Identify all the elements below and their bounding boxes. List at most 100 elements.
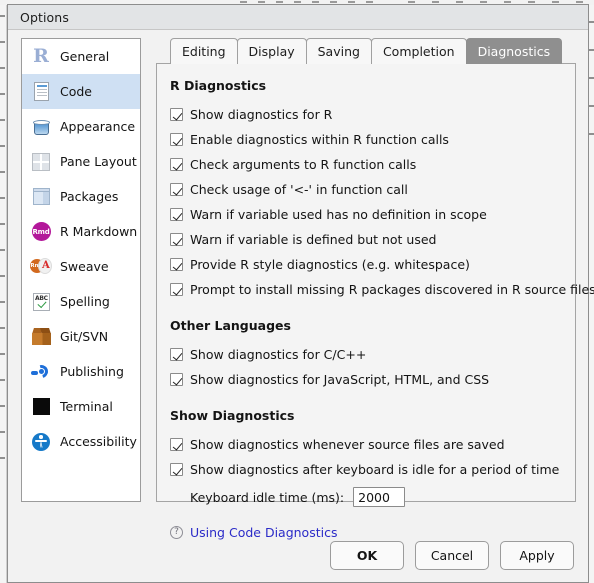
dialog-body: R General Code Appearance Pane Layout Pa… <box>8 30 594 582</box>
checkbox-indicator[interactable] <box>170 283 183 296</box>
pane-layout-icon <box>30 151 52 173</box>
question-mark-icon: ? <box>170 525 183 539</box>
tab-label: Display <box>248 44 295 59</box>
sidebar-item-label: Publishing <box>60 364 124 379</box>
sidebar-item-label: Appearance <box>60 119 136 134</box>
checkbox-diagnostics-on-save[interactable]: Show diagnostics whenever source files a… <box>170 432 562 457</box>
checkbox-style-diagnostics[interactable]: Provide R style diagnostics (e.g. whites… <box>170 252 562 277</box>
sidebar-item-publishing[interactable]: Publishing <box>22 354 140 389</box>
tab-display[interactable]: Display <box>236 38 307 64</box>
cancel-button[interactable]: Cancel <box>415 541 489 570</box>
sweave-pdf-icon: Rnw <box>30 256 52 278</box>
dialog-titlebar: Options <box>8 5 588 30</box>
section-title-r-diagnostics: R Diagnostics <box>170 78 267 93</box>
checkbox-diagnostics-c-cpp[interactable]: Show diagnostics for C/C++ <box>170 342 562 367</box>
checkbox-label: Check usage of '<-' in function call <box>190 182 408 197</box>
sidebar-item-git-svn[interactable]: Git/SVN <box>22 319 140 354</box>
diagnostics-panel: R Diagnostics Show diagnostics for R Ena… <box>156 63 594 540</box>
package-box-icon <box>30 186 52 208</box>
r-logo-icon: R <box>33 45 49 67</box>
paint-bucket-icon <box>30 116 52 138</box>
accessibility-icon <box>30 431 52 453</box>
underlying-window-left-edge <box>0 5 7 583</box>
tab-label: Saving <box>317 44 360 59</box>
checkbox-label: Warn if variable used has no definition … <box>190 207 487 222</box>
checkbox-diagnostics-js-html-css[interactable]: Show diagnostics for JavaScript, HTML, a… <box>170 367 562 392</box>
checkbox-indicator[interactable] <box>170 438 183 451</box>
sidebar-item-packages[interactable]: Packages <box>22 179 140 214</box>
tab-label: Completion <box>382 44 455 59</box>
checkbox-indicator[interactable] <box>170 183 183 196</box>
sidebar-item-label: Git/SVN <box>60 329 109 344</box>
checkbox-show-diagnostics-r[interactable]: Show diagnostics for R <box>170 102 562 127</box>
checkbox-label: Check arguments to R function calls <box>190 157 417 172</box>
sidebar-item-terminal[interactable]: Terminal <box>22 389 140 424</box>
checkbox-indicator[interactable] <box>170 133 183 146</box>
checkbox-warn-no-definition[interactable]: Warn if variable used has no definition … <box>170 202 562 227</box>
checkbox-check-usage-assign[interactable]: Check usage of '<-' in function call <box>170 177 562 202</box>
checkbox-indicator[interactable] <box>170 158 183 171</box>
carton-box-icon <box>30 326 52 348</box>
checkbox-indicator[interactable] <box>170 108 183 121</box>
checkbox-indicator[interactable] <box>170 208 183 221</box>
sidebar-item-label: General <box>60 49 110 64</box>
tab-bar[interactable]: Editing Display Saving Completion Diagno… <box>170 38 563 64</box>
tab-label: Diagnostics <box>477 44 551 59</box>
checkbox-indicator[interactable] <box>170 258 183 271</box>
tab-diagnostics[interactable]: Diagnostics <box>465 38 563 64</box>
sidebar-item-label: R Markdown <box>60 224 138 239</box>
options-category-list[interactable]: R General Code Appearance Pane Layout Pa… <box>21 38 141 502</box>
tab-saving[interactable]: Saving <box>305 38 372 64</box>
checkbox-indicator[interactable] <box>170 373 183 386</box>
sidebar-item-label: Pane Layout <box>60 154 137 169</box>
checkbox-enable-diagnostics-function-calls[interactable]: Enable diagnostics within R function cal… <box>170 127 562 152</box>
keyboard-idle-time-input[interactable] <box>353 487 406 507</box>
tab-label: Editing <box>182 44 226 59</box>
sidebar-item-label: Spelling <box>60 294 110 309</box>
sidebar-item-accessibility[interactable]: Accessibility <box>22 424 140 459</box>
checkbox-warn-defined-not-used[interactable]: Warn if variable is defined but not used <box>170 227 562 252</box>
sidebar-item-label: Packages <box>60 189 119 204</box>
checkbox-prompt-install-packages[interactable]: Prompt to install missing R packages dis… <box>170 277 594 302</box>
checkbox-label: Enable diagnostics within R function cal… <box>190 132 449 147</box>
terminal-icon <box>30 396 52 418</box>
ok-button[interactable]: OK <box>330 541 404 570</box>
publish-rings-icon <box>30 361 52 383</box>
rmd-circle-icon: Rmd <box>30 221 52 243</box>
sidebar-item-label: Terminal <box>60 399 113 414</box>
sidebar-item-label: Sweave <box>60 259 109 274</box>
dialog-button-bar: OK Cancel Apply <box>330 541 574 570</box>
code-document-icon <box>30 81 52 103</box>
sidebar-item-label: Accessibility <box>60 434 137 449</box>
checkbox-label: Prompt to install missing R packages dis… <box>190 282 594 297</box>
checkbox-label: Show diagnostics for R <box>190 107 333 122</box>
checkbox-label: Show diagnostics whenever source files a… <box>190 437 505 452</box>
checkbox-diagnostics-on-idle[interactable]: Show diagnostics after keyboard is idle … <box>170 457 562 482</box>
sidebar-item-code[interactable]: Code <box>22 74 140 109</box>
section-title-show-diagnostics: Show Diagnostics <box>170 408 295 423</box>
sidebar-item-appearance[interactable]: Appearance <box>22 109 140 144</box>
options-content: Editing Display Saving Completion Diagno… <box>156 38 594 540</box>
checkbox-label: Warn if variable is defined but not used <box>190 232 437 247</box>
checkbox-indicator[interactable] <box>170 233 183 246</box>
checkbox-indicator[interactable] <box>170 463 183 476</box>
sidebar-item-general[interactable]: R General <box>22 39 140 74</box>
sidebar-item-r-markdown[interactable]: Rmd R Markdown <box>22 214 140 249</box>
dialog-title: Options <box>20 9 69 25</box>
checkbox-indicator[interactable] <box>170 348 183 361</box>
tab-completion[interactable]: Completion <box>370 38 467 64</box>
sidebar-item-label: Code <box>60 84 93 99</box>
apply-button[interactable]: Apply <box>500 541 574 570</box>
using-code-diagnostics-link[interactable]: Using Code Diagnostics <box>190 525 337 540</box>
checkbox-check-arguments[interactable]: Check arguments to R function calls <box>170 152 562 177</box>
checkbox-label: Show diagnostics after keyboard is idle … <box>190 462 560 477</box>
checkbox-label: Show diagnostics for JavaScript, HTML, a… <box>190 372 490 387</box>
sidebar-item-sweave[interactable]: Rnw Sweave <box>22 249 140 284</box>
sidebar-item-spelling[interactable]: ABC Spelling <box>22 284 140 319</box>
sidebar-item-pane-layout[interactable]: Pane Layout <box>22 144 140 179</box>
section-title-other-languages: Other Languages <box>170 318 291 333</box>
abc-check-icon: ABC <box>30 291 52 313</box>
options-dialog: Options R General Code Appearance Pane L… <box>7 4 594 583</box>
tab-editing[interactable]: Editing <box>170 38 238 64</box>
checkbox-label: Provide R style diagnostics (e.g. whites… <box>190 257 470 272</box>
